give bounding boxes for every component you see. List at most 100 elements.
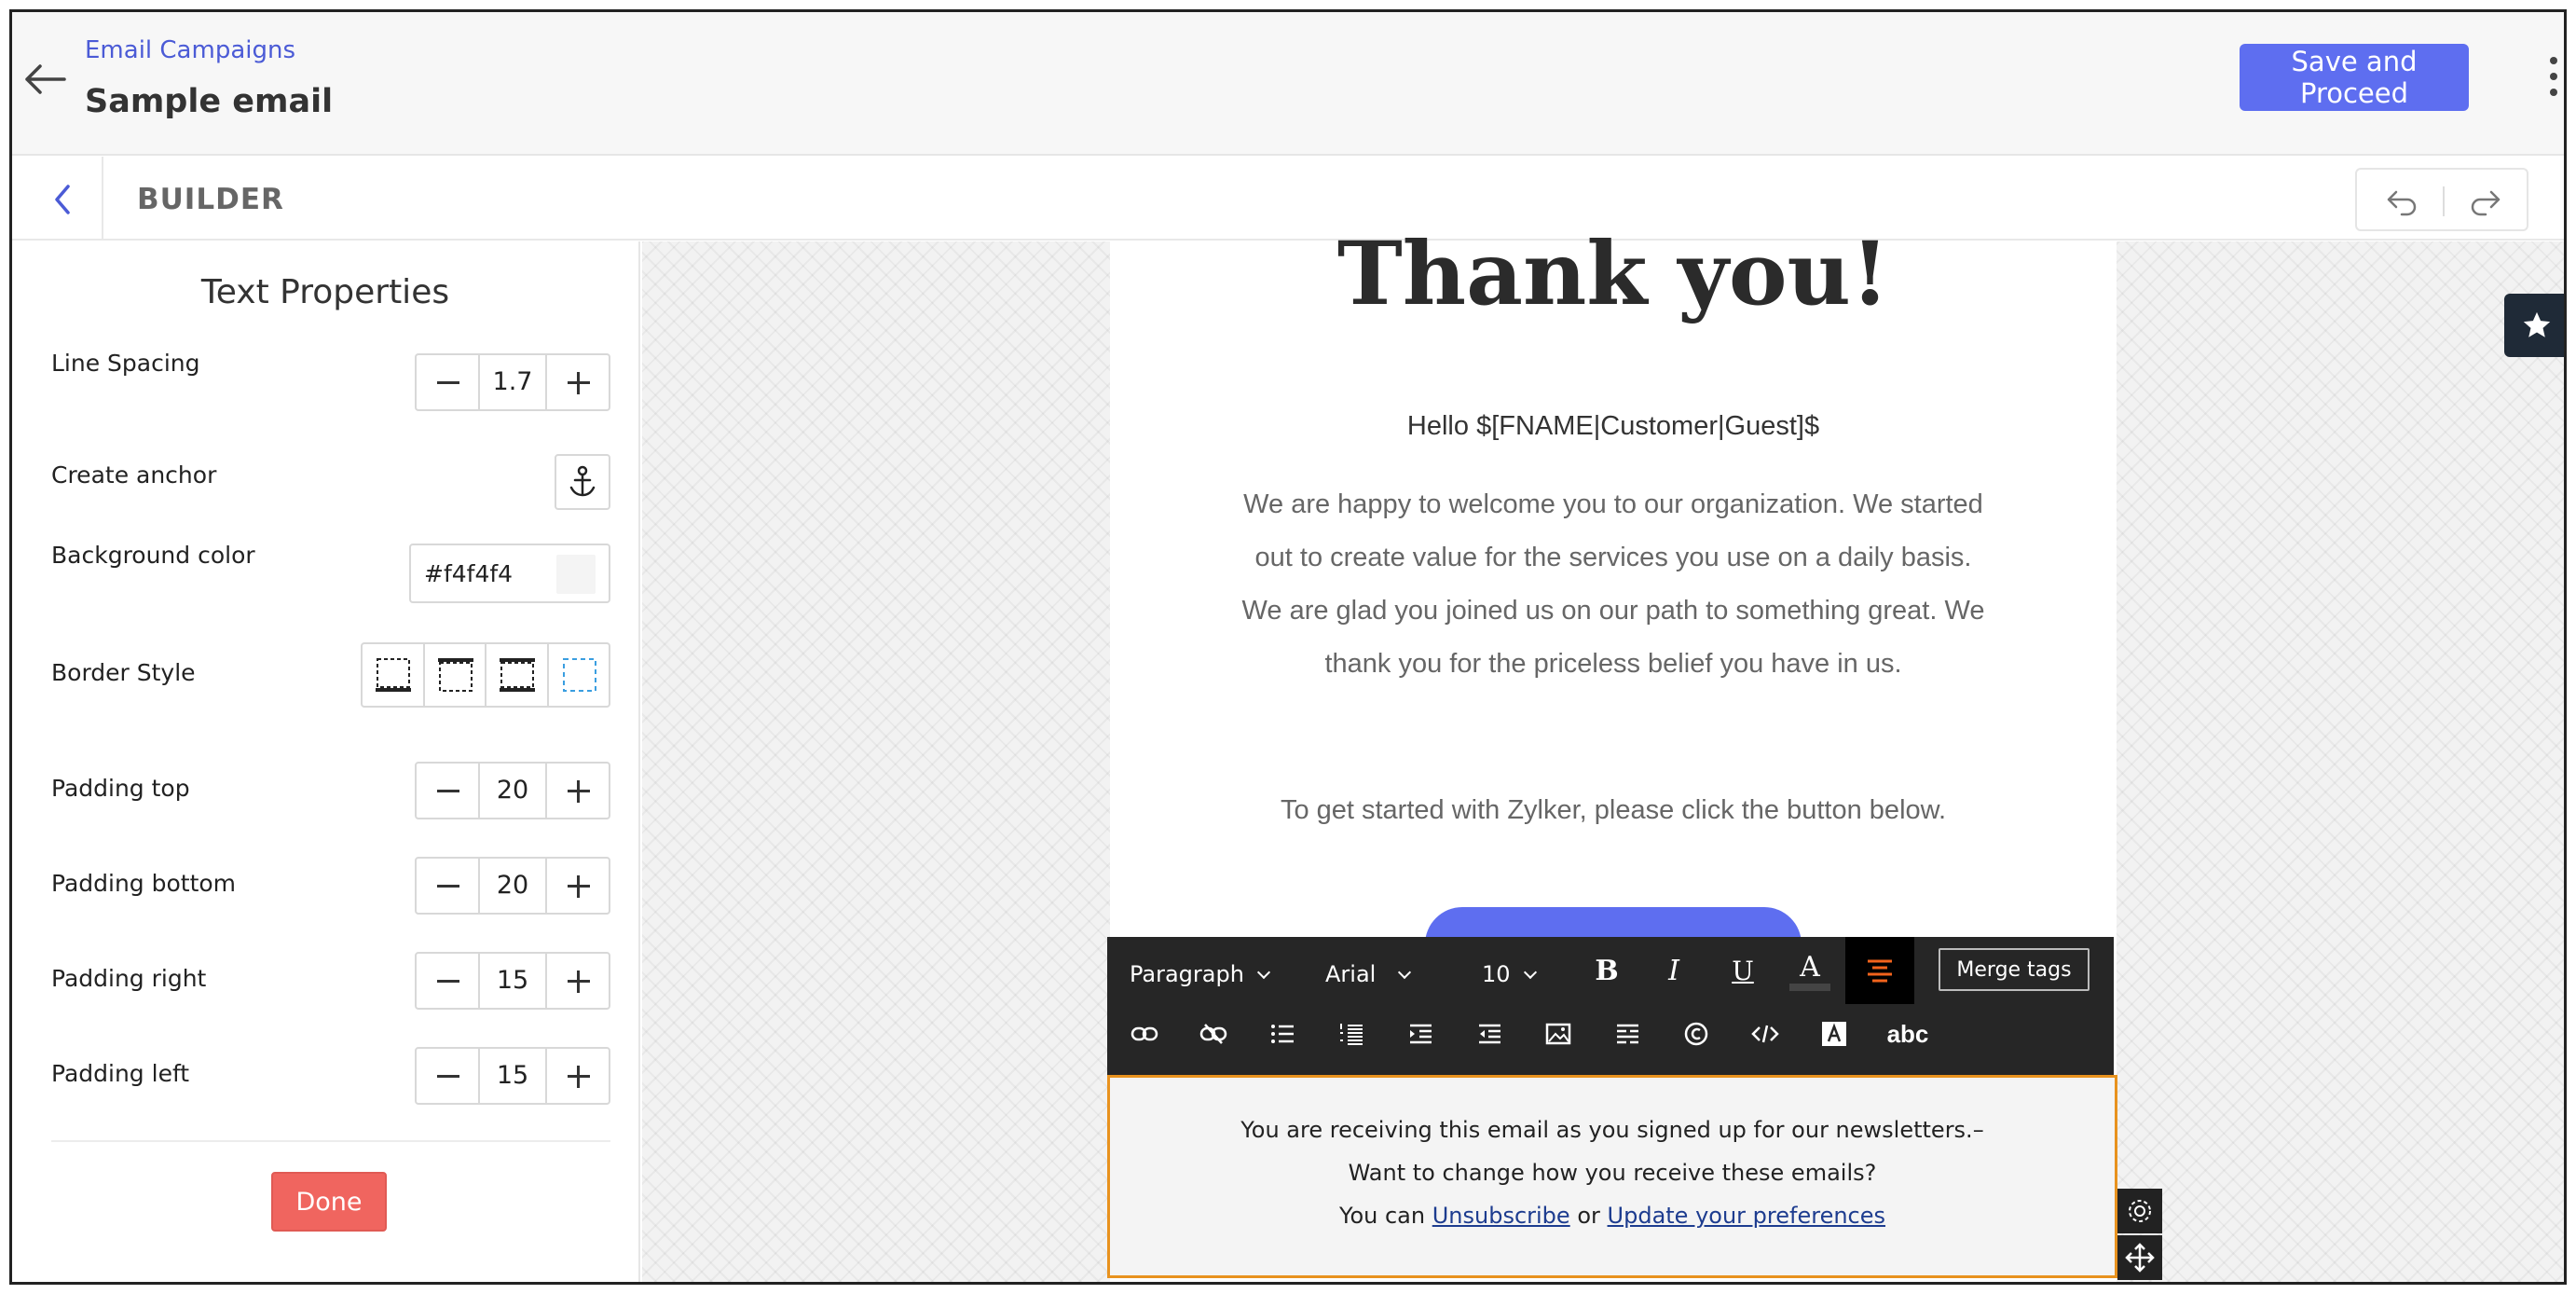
email-paragraph[interactable]: We are happy to welcome you to our organ…	[1240, 478, 1986, 691]
table-icon[interactable]	[1607, 1013, 1648, 1054]
email-greeting[interactable]: Hello $[FNAME|Customer|Guest]$	[1110, 411, 2117, 442]
border-bottom-option[interactable]	[363, 644, 425, 706]
chevron-down-icon	[1256, 965, 1271, 980]
padding-left-value[interactable]: 15	[480, 1049, 545, 1103]
increment-button[interactable]	[545, 954, 609, 1008]
link-icon[interactable]	[1124, 1013, 1165, 1054]
padding-right-stepper: 15	[415, 952, 610, 1010]
decrement-button[interactable]	[417, 859, 480, 913]
footer-text: or	[1577, 1203, 1600, 1229]
update-preferences-link[interactable]: Update your preferences	[1608, 1203, 1885, 1229]
increment-button[interactable]	[545, 764, 609, 818]
code-icon[interactable]	[1745, 1013, 1786, 1054]
padding-top-value[interactable]: 20	[480, 764, 545, 818]
save-and-proceed-button[interactable]: Save and Proceed	[2240, 44, 2469, 111]
line-spacing-value[interactable]: 1.7	[480, 355, 545, 409]
decrement-button[interactable]	[417, 1049, 480, 1103]
decrement-button[interactable]	[417, 954, 480, 1008]
italic-icon[interactable]: I	[1653, 950, 1694, 991]
outdent-icon[interactable]	[1469, 1013, 1510, 1054]
border-top-option[interactable]	[425, 644, 486, 706]
footer-text: You can	[1338, 1203, 1426, 1229]
divider	[2443, 186, 2445, 216]
border-style-options	[361, 642, 610, 708]
decrement-button[interactable]	[417, 764, 480, 818]
footer-line-3: You can Unsubscribe or Update your prefe…	[1110, 1203, 2115, 1229]
border-top-icon	[437, 658, 473, 692]
font-family-dropdown[interactable]: Arial	[1325, 961, 1412, 987]
padding-bottom-value[interactable]: 20	[480, 859, 545, 913]
chevron-down-icon	[1398, 965, 1412, 980]
text-properties-panel: Text Properties Line Spacing 1.7 Create …	[12, 241, 640, 1282]
top-header: Email Campaigns Sample email Save and Pr…	[12, 12, 2564, 156]
done-button[interactable]: Done	[271, 1172, 387, 1232]
block-format-value: Paragraph	[1130, 961, 1244, 987]
border-none-icon	[562, 658, 596, 692]
padding-right-value[interactable]: 15	[480, 954, 545, 1008]
padding-top-label: Padding top	[51, 775, 190, 802]
font-color-icon[interactable]: A	[1789, 950, 1830, 991]
chevron-down-icon	[1523, 965, 1537, 980]
border-none-option[interactable]	[549, 644, 610, 706]
decrement-button[interactable]	[417, 355, 480, 409]
bullet-list-icon[interactable]	[1262, 1013, 1303, 1054]
color-value: #f4f4f4	[424, 560, 514, 587]
undo-icon[interactable]	[2383, 183, 2420, 220]
footer-line-2: Want to change how you receive these ema…	[1348, 1160, 1877, 1186]
padding-left-stepper: 15	[415, 1047, 610, 1105]
merge-tags-button[interactable]: Merge tags	[1939, 948, 2090, 991]
increment-button[interactable]	[545, 355, 609, 409]
divider	[102, 157, 103, 241]
redo-icon[interactable]	[2467, 183, 2504, 220]
create-anchor-label: Create anchor	[51, 461, 217, 489]
background-color-icon[interactable]	[1814, 1013, 1855, 1054]
copyright-icon[interactable]	[1676, 1013, 1717, 1054]
border-top-bottom-icon	[500, 658, 535, 692]
chevron-left-icon[interactable]	[49, 183, 77, 216]
email-heading[interactable]: Thank you!	[1110, 223, 2117, 325]
unsubscribe-link[interactable]: Unsubscribe	[1432, 1203, 1570, 1229]
padding-right-label: Padding right	[51, 965, 207, 992]
move-block-icon[interactable]	[2117, 1235, 2162, 1280]
breadcrumb[interactable]: Email Campaigns	[85, 36, 295, 64]
indent-icon[interactable]	[1400, 1013, 1441, 1054]
app-window: Email Campaigns Sample email Save and Pr…	[9, 9, 2567, 1285]
back-arrow-icon[interactable]	[20, 61, 72, 98]
background-color-label: Background color	[51, 542, 255, 569]
align-center-icon[interactable]	[1845, 937, 1914, 1004]
increment-button[interactable]	[545, 1049, 609, 1103]
border-top-bottom-option[interactable]	[486, 644, 549, 706]
numbered-list-icon[interactable]	[1331, 1013, 1372, 1054]
color-swatch[interactable]	[556, 555, 596, 594]
padding-left-label: Padding left	[51, 1060, 190, 1087]
anchor-button[interactable]	[555, 454, 610, 510]
bold-icon[interactable]: B	[1586, 950, 1627, 991]
block-settings-icon[interactable]	[2117, 1189, 2162, 1233]
footer-text-block[interactable]: You are receiving this email as you sign…	[1107, 1075, 2117, 1278]
page-title: Sample email	[85, 83, 334, 120]
block-format-dropdown[interactable]: Paragraph	[1130, 961, 1271, 987]
padding-bottom-label: Padding bottom	[51, 870, 237, 897]
email-cta-text[interactable]: To get started with Zylker, please click…	[1110, 795, 2117, 826]
divider	[51, 1140, 610, 1142]
underline-icon[interactable]: U	[1722, 950, 1763, 991]
increment-button[interactable]	[545, 859, 609, 913]
text-formatting-toolbar: Paragraph Arial 10 B I U A Merge tags ab…	[1107, 937, 2114, 1075]
undo-redo-group	[2355, 168, 2528, 231]
background-color-field[interactable]: #f4f4f4	[409, 544, 610, 603]
font-family-value: Arial	[1325, 961, 1377, 987]
line-spacing-label: Line Spacing	[51, 350, 200, 377]
padding-bottom-stepper: 20	[415, 857, 610, 915]
favorites-star-icon[interactable]	[2504, 294, 2564, 357]
unlink-icon[interactable]	[1193, 1013, 1234, 1054]
image-icon[interactable]	[1538, 1013, 1579, 1054]
more-options-icon[interactable]	[2547, 57, 2560, 100]
builder-label: BUILDER	[137, 183, 284, 216]
line-spacing-stepper: 1.7	[415, 353, 610, 411]
font-size-dropdown[interactable]: 10	[1482, 961, 1537, 987]
spellcheck-icon[interactable]: abc	[1873, 1013, 1942, 1054]
anchor-icon	[569, 465, 596, 497]
border-bottom-icon	[376, 658, 411, 692]
panel-title: Text Properties	[200, 273, 450, 311]
footer-line-1: You are receiving this email as you sign…	[1240, 1117, 1984, 1143]
